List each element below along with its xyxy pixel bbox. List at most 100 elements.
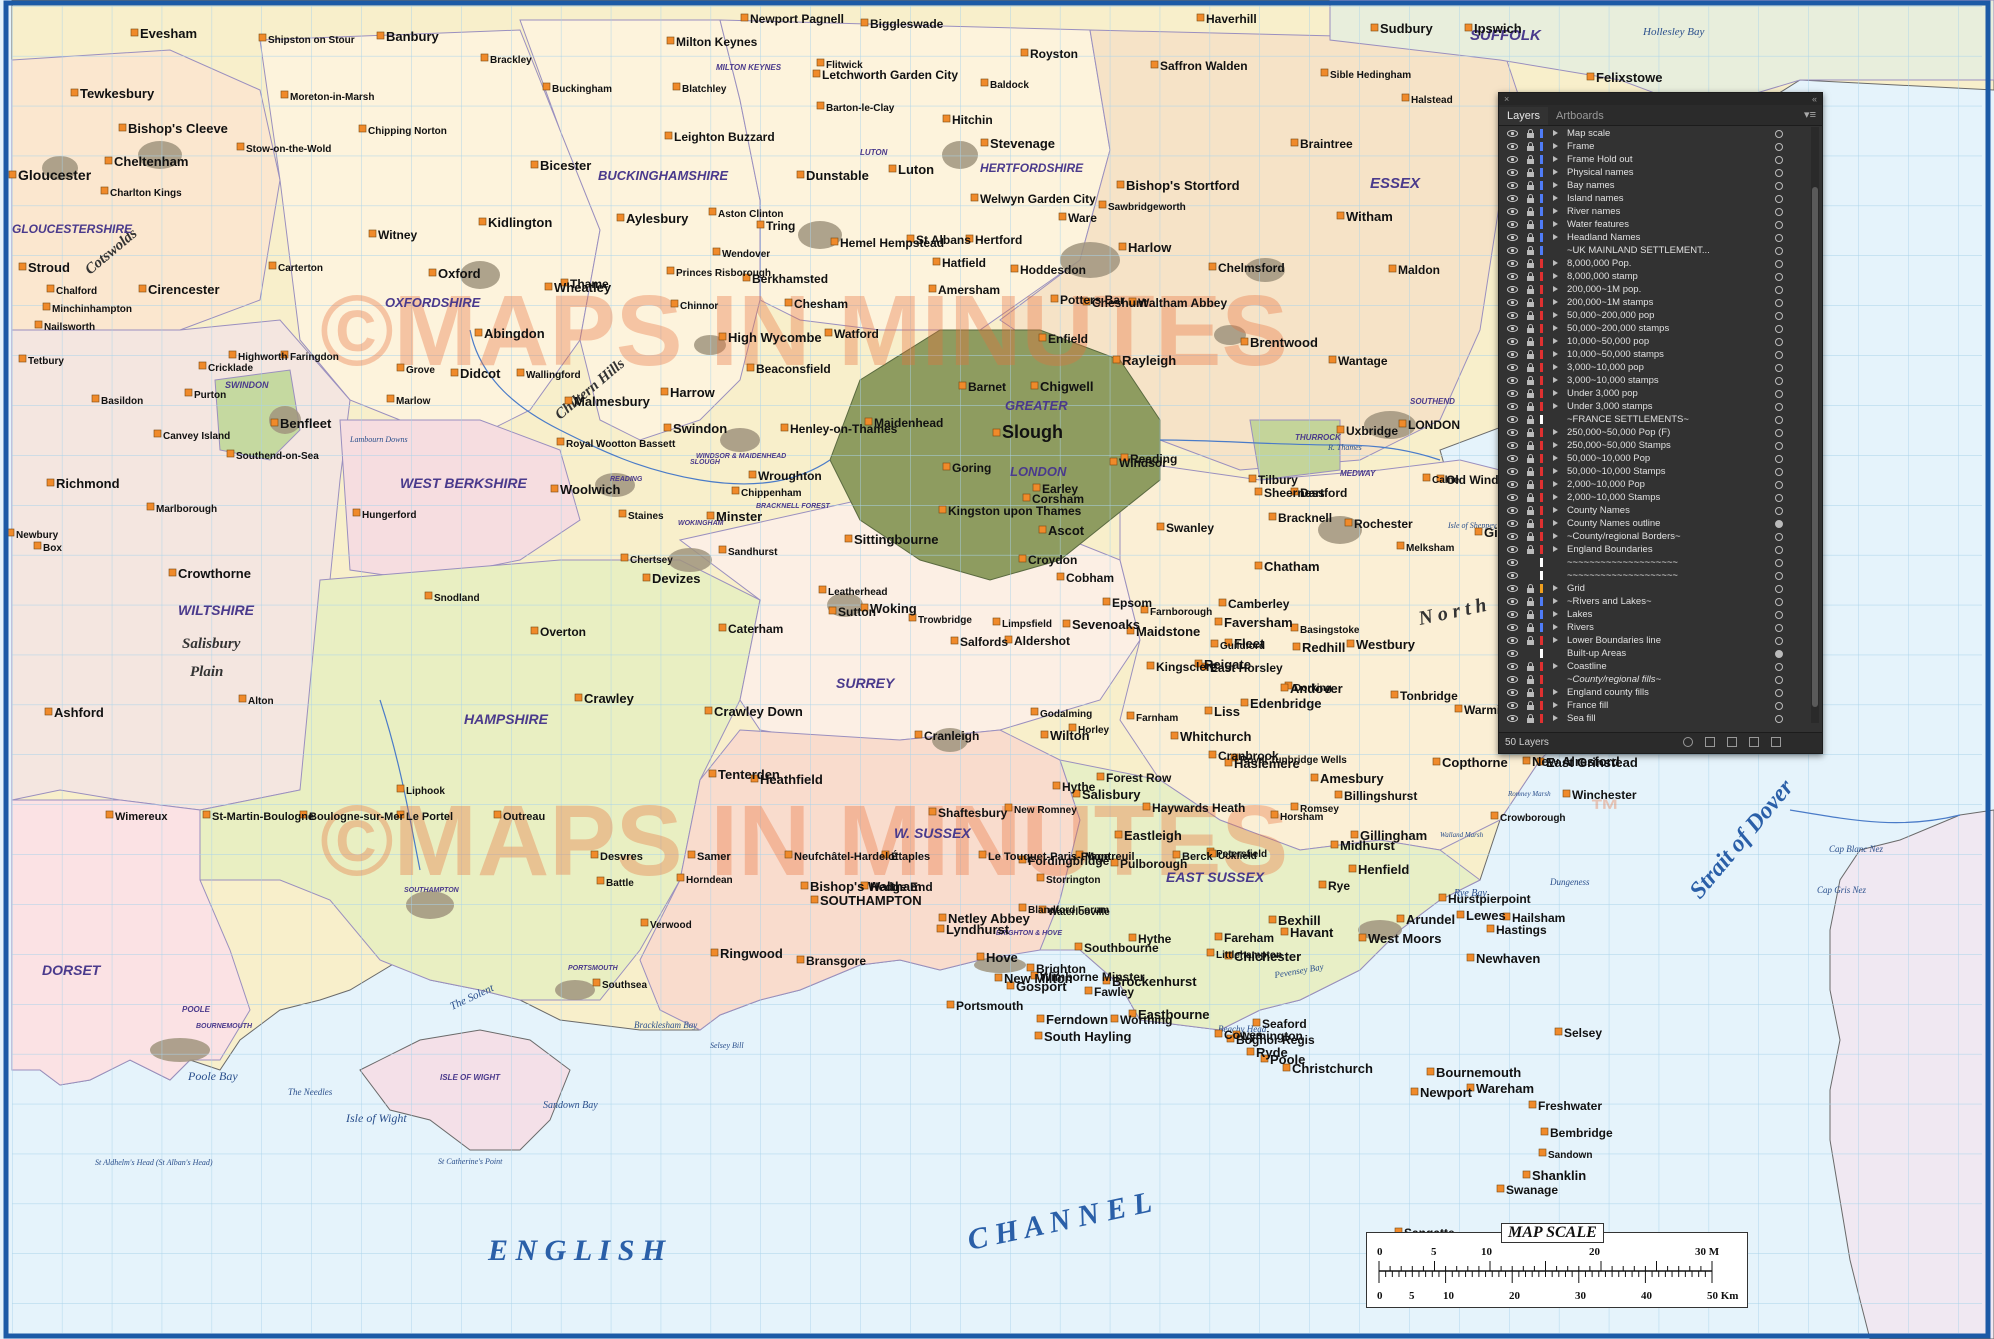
layer-name[interactable]: Frame bbox=[1567, 140, 1594, 153]
layer-row[interactable]: Physical names bbox=[1499, 166, 1809, 179]
lock-icon[interactable] bbox=[1526, 688, 1535, 697]
eye-icon[interactable] bbox=[1507, 271, 1518, 282]
target-circle-icon[interactable] bbox=[1775, 234, 1783, 242]
layer-name[interactable]: Map scale bbox=[1567, 127, 1610, 140]
panel-scrollbar[interactable] bbox=[1811, 127, 1819, 723]
lock-icon[interactable] bbox=[1526, 207, 1535, 216]
lock-icon[interactable] bbox=[1526, 545, 1535, 554]
create-layer-icon[interactable] bbox=[1749, 737, 1759, 747]
expand-triangle-icon[interactable] bbox=[1553, 208, 1558, 214]
expand-triangle-icon[interactable] bbox=[1553, 455, 1558, 461]
eye-icon[interactable] bbox=[1507, 128, 1518, 139]
target-circle-icon[interactable] bbox=[1775, 260, 1783, 268]
lock-icon[interactable] bbox=[1526, 181, 1535, 190]
lock-icon[interactable] bbox=[1526, 155, 1535, 164]
layer-row[interactable]: ~UK MAINLAND SETTLEMENT... bbox=[1499, 244, 1809, 257]
lock-icon[interactable] bbox=[1526, 662, 1535, 671]
expand-triangle-icon[interactable] bbox=[1553, 195, 1558, 201]
lock-icon[interactable] bbox=[1526, 584, 1535, 593]
expand-triangle-icon[interactable] bbox=[1553, 390, 1558, 396]
layer-row[interactable]: Sea fill bbox=[1499, 712, 1809, 723]
target-circle-icon[interactable] bbox=[1775, 286, 1783, 294]
expand-triangle-icon[interactable] bbox=[1553, 351, 1558, 357]
target-circle-icon[interactable] bbox=[1775, 247, 1783, 255]
layer-row[interactable]: County Names outline bbox=[1499, 517, 1809, 530]
target-circle-icon[interactable] bbox=[1775, 559, 1783, 567]
layer-name[interactable]: County Names bbox=[1567, 504, 1630, 517]
layer-row[interactable]: Grid bbox=[1499, 582, 1809, 595]
target-circle-icon[interactable] bbox=[1775, 715, 1783, 723]
eye-icon[interactable] bbox=[1507, 596, 1518, 607]
lock-icon[interactable] bbox=[1526, 636, 1535, 645]
layer-row[interactable]: France fill bbox=[1499, 699, 1809, 712]
target-circle-icon[interactable] bbox=[1775, 650, 1783, 658]
layer-name[interactable]: River names bbox=[1567, 205, 1620, 218]
layer-row[interactable]: Coastline bbox=[1499, 660, 1809, 673]
target-circle-icon[interactable] bbox=[1775, 481, 1783, 489]
lock-icon[interactable] bbox=[1526, 623, 1535, 632]
layer-name[interactable]: ~County/regional fills~ bbox=[1567, 673, 1661, 686]
expand-triangle-icon[interactable] bbox=[1553, 143, 1558, 149]
lock-icon[interactable] bbox=[1526, 246, 1535, 255]
eye-icon[interactable] bbox=[1507, 713, 1518, 723]
layer-row[interactable]: ~County/regional Borders~ bbox=[1499, 530, 1809, 543]
layer-row[interactable]: 50,000~10,000 Stamps bbox=[1499, 465, 1809, 478]
panel-topbar[interactable]: × « bbox=[1499, 93, 1822, 105]
expand-triangle-icon[interactable] bbox=[1553, 429, 1558, 435]
eye-icon[interactable] bbox=[1507, 505, 1518, 516]
target-circle-icon[interactable] bbox=[1775, 442, 1783, 450]
target-circle-icon[interactable] bbox=[1775, 130, 1783, 138]
lock-icon[interactable] bbox=[1526, 363, 1535, 372]
eye-icon[interactable] bbox=[1507, 674, 1518, 685]
layer-row[interactable]: 10,000~50,000 pop bbox=[1499, 335, 1809, 348]
eye-icon[interactable] bbox=[1507, 388, 1518, 399]
target-circle-icon[interactable] bbox=[1775, 572, 1783, 580]
layer-list[interactable]: Map scale Frame Frame Hold out Physical nam… bbox=[1499, 127, 1809, 723]
layer-row[interactable]: ~Rivers and Lakes~ bbox=[1499, 595, 1809, 608]
eye-icon[interactable] bbox=[1507, 609, 1518, 620]
layer-name[interactable]: 3,000~10,000 pop bbox=[1567, 361, 1644, 374]
target-circle-icon[interactable] bbox=[1775, 455, 1783, 463]
layer-row[interactable]: Water features bbox=[1499, 218, 1809, 231]
target-circle-icon[interactable] bbox=[1775, 494, 1783, 502]
lock-icon[interactable] bbox=[1526, 168, 1535, 177]
lock-icon[interactable] bbox=[1526, 311, 1535, 320]
target-circle-icon[interactable] bbox=[1775, 195, 1783, 203]
expand-triangle-icon[interactable] bbox=[1553, 338, 1558, 344]
lock-icon[interactable] bbox=[1526, 493, 1535, 502]
expand-triangle-icon[interactable] bbox=[1553, 234, 1558, 240]
layer-row[interactable]: 2,000~10,000 Stamps bbox=[1499, 491, 1809, 504]
layer-name[interactable]: England county fills bbox=[1567, 686, 1649, 699]
layer-row[interactable]: River names bbox=[1499, 205, 1809, 218]
create-sublayer-icon[interactable] bbox=[1727, 737, 1737, 747]
eye-icon[interactable] bbox=[1507, 206, 1518, 217]
layer-name[interactable]: 50,000~10,000 Stamps bbox=[1567, 465, 1666, 478]
target-circle-icon[interactable] bbox=[1775, 676, 1783, 684]
layer-name[interactable]: 200,000~1M pop. bbox=[1567, 283, 1641, 296]
layer-name[interactable]: Headland Names bbox=[1567, 231, 1640, 244]
eye-icon[interactable] bbox=[1507, 544, 1518, 555]
eye-icon[interactable] bbox=[1507, 336, 1518, 347]
layer-row[interactable]: ~FRANCE SETTLEMENTS~ bbox=[1499, 413, 1809, 426]
eye-icon[interactable] bbox=[1507, 622, 1518, 633]
eye-icon[interactable] bbox=[1507, 245, 1518, 256]
layer-row[interactable]: Frame Hold out bbox=[1499, 153, 1809, 166]
eye-icon[interactable] bbox=[1507, 167, 1518, 178]
eye-icon[interactable] bbox=[1507, 154, 1518, 165]
target-circle-icon[interactable] bbox=[1775, 143, 1783, 151]
lock-icon[interactable] bbox=[1526, 441, 1535, 450]
target-circle-icon[interactable] bbox=[1775, 325, 1783, 333]
layer-row[interactable]: 50,000~10,000 Pop bbox=[1499, 452, 1809, 465]
lock-icon[interactable] bbox=[1526, 350, 1535, 359]
eye-icon[interactable] bbox=[1507, 492, 1518, 503]
layer-row[interactable]: Headland Names bbox=[1499, 231, 1809, 244]
layer-name[interactable]: 2,000~10,000 Stamps bbox=[1567, 491, 1660, 504]
expand-triangle-icon[interactable] bbox=[1553, 689, 1558, 695]
layer-name[interactable]: Lakes bbox=[1567, 608, 1592, 621]
layer-row[interactable]: Map scale bbox=[1499, 127, 1809, 140]
eye-icon[interactable] bbox=[1507, 310, 1518, 321]
eye-icon[interactable] bbox=[1507, 453, 1518, 464]
eye-icon[interactable] bbox=[1507, 284, 1518, 295]
layer-name[interactable]: 10,000~50,000 stamps bbox=[1567, 348, 1664, 361]
lock-icon[interactable] bbox=[1526, 272, 1535, 281]
